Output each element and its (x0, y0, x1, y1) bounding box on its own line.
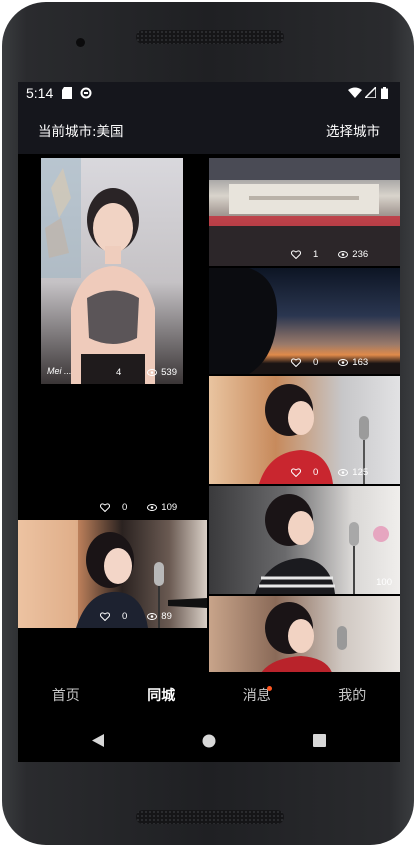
video-feed: 4 539 Mei ... 4 0 109 (18, 154, 400, 672)
bottom-speaker (136, 810, 284, 824)
feed-item[interactable]: 0 89 (18, 520, 207, 628)
data-saver-icon (80, 87, 92, 99)
like-count: 1 (313, 249, 319, 260)
video-thumbnail (209, 486, 400, 594)
like-count: 4 (116, 367, 122, 378)
eye-icon (147, 369, 158, 376)
system-navigation-bar (18, 720, 400, 762)
video-caption: Mei ... (47, 366, 72, 376)
view-count: 89 (161, 611, 172, 622)
choose-city-button[interactable]: 选择城市 (326, 120, 380, 140)
like-count: 0 (122, 502, 128, 513)
video-thumbnail (209, 596, 400, 672)
bottom-navigation: 首页 同城 消息 我的 (18, 672, 400, 720)
sd-card-icon (62, 87, 72, 99)
like-count: 0 (313, 467, 319, 478)
heart-icon (291, 250, 301, 259)
view-count: 100 (376, 577, 392, 588)
back-icon[interactable] (91, 733, 105, 748)
thumbnail-portrait-image (41, 158, 155, 384)
recents-icon[interactable] (313, 734, 326, 747)
tab-messages-label: 消息 (242, 688, 271, 704)
view-count: 163 (352, 357, 369, 368)
feed-item[interactable] (209, 596, 400, 672)
feed-item[interactable]: 1 236 (209, 158, 400, 266)
earpiece-speaker (136, 30, 284, 44)
view-count: 236 (352, 249, 369, 260)
item-stats: 100 (376, 577, 392, 588)
battery-icon (381, 87, 388, 99)
status-time: 5:14 (26, 85, 54, 101)
thumbnail-singer-image (261, 602, 347, 672)
eye-icon (338, 469, 349, 476)
feed-item[interactable]: 0 163 (209, 268, 400, 374)
tab-nearby[interactable]: 同城 (114, 672, 210, 720)
item-stats: 539 (147, 367, 177, 378)
item-stats: 4 (116, 367, 121, 378)
eye-icon (147, 613, 158, 620)
app-screen: 5:14 当前城市:美国 选择城市 539 Mei ... 4 0 109 0 … (18, 82, 400, 762)
video-thumbnail (41, 158, 183, 384)
item-stats: 0 109 (100, 502, 177, 513)
item-stats: 1 236 (291, 249, 368, 260)
eye-icon (338, 359, 349, 366)
item-stats: 0 89 (100, 611, 172, 622)
eye-icon (338, 251, 349, 258)
eye-icon (147, 504, 158, 511)
app-header: 当前城市:美国 选择城市 (18, 104, 400, 154)
feed-item[interactable]: 100 (209, 486, 400, 594)
like-count: 0 (122, 611, 128, 622)
front-camera (76, 38, 85, 47)
heart-icon (291, 468, 301, 477)
wifi-icon (348, 87, 362, 98)
feed-item[interactable]: 0 125 (209, 376, 400, 484)
heart-icon (100, 503, 110, 512)
home-icon[interactable] (202, 734, 216, 748)
item-stats: 0 125 (291, 467, 368, 478)
view-count: 109 (161, 502, 178, 513)
heart-icon (100, 612, 110, 621)
tab-messages[interactable]: 消息 (209, 672, 305, 720)
item-stats: 0 163 (291, 357, 368, 368)
heart-icon (291, 358, 301, 367)
tab-profile[interactable]: 我的 (305, 672, 401, 720)
notification-dot (267, 686, 272, 691)
view-count: 539 (161, 367, 177, 378)
like-count: 0 (313, 357, 319, 368)
feed-item[interactable]: 4 539 Mei ... 4 (41, 158, 183, 384)
current-city-label: 当前城市:美国 (38, 124, 124, 140)
view-count: 125 (352, 467, 369, 478)
thumbnail-singer-image (255, 494, 389, 594)
status-bar: 5:14 (18, 82, 400, 104)
tab-home[interactable]: 首页 (18, 672, 114, 720)
signal-icon (365, 87, 376, 98)
